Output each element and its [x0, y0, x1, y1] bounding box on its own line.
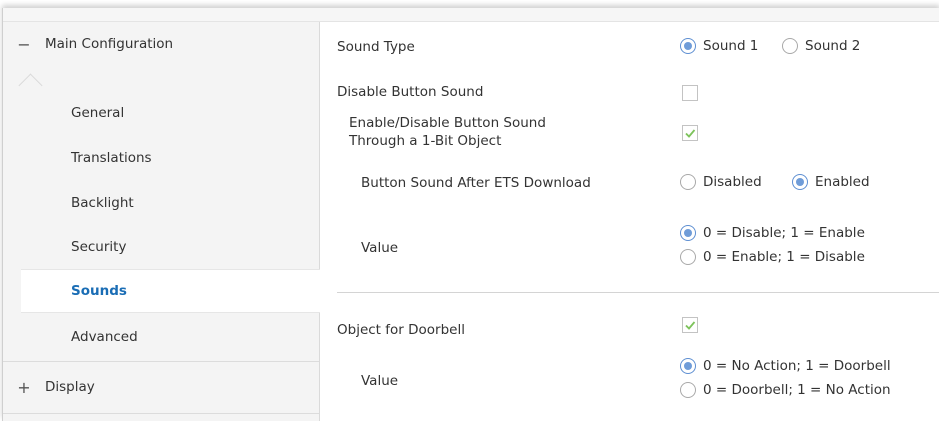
sidebar-item-general[interactable]: General [21, 91, 319, 135]
checkmark-icon [685, 321, 696, 330]
parameter-panel: Sound Type Sound 1 Sound 2 Disable Butto… [320, 22, 939, 421]
value-label: Value [361, 240, 399, 256]
sidebar-item-label: Advanced [71, 329, 138, 345]
sidebar-item-label: Backlight [71, 195, 134, 211]
expand-icon[interactable]: + [3, 378, 45, 397]
main-configuration-label: Main Configuration [45, 36, 174, 52]
radio-icon[interactable] [680, 249, 696, 265]
sidebar-separator [3, 413, 319, 414]
radio-selected-icon[interactable] [792, 174, 808, 190]
main-configuration-group[interactable]: − Main Configuration [3, 22, 319, 66]
sidebar-item-backlight[interactable]: Backlight [21, 181, 319, 225]
section-divider [337, 292, 939, 293]
sound-type-option-sound2[interactable]: Sound 2 [782, 38, 860, 54]
option-label: 0 = Disable; 1 = Enable [703, 225, 865, 241]
sidebar-item-translations[interactable]: Translations [21, 136, 319, 180]
sidebar-separator [3, 361, 319, 362]
sidebar-item-label: Translations [71, 150, 152, 166]
option-label: 0 = Enable; 1 = Disable [703, 249, 865, 265]
value-option-enable-disable[interactable]: 0 = Enable; 1 = Disable [680, 249, 865, 265]
option-label: 0 = Doorbell; 1 = No Action [703, 382, 891, 398]
option-label: Enabled [815, 174, 870, 190]
disable-button-sound-checkbox[interactable] [682, 85, 698, 101]
doorbell-value-label: Value [361, 373, 399, 389]
radio-icon[interactable] [680, 174, 696, 190]
enable-disable-object-checkbox[interactable] [682, 125, 698, 141]
sidebar-item-label: Security [71, 239, 127, 255]
window-frame: − Main Configuration General Translation… [2, 8, 939, 421]
sound-type-label: Sound Type [337, 39, 415, 55]
radio-icon[interactable] [680, 382, 696, 398]
value-option-disable-enable[interactable]: 0 = Disable; 1 = Enable [680, 225, 865, 241]
radio-selected-icon[interactable] [680, 225, 696, 241]
sidebar-item-sounds[interactable]: Sounds [21, 269, 321, 313]
doorbell-object-checkbox[interactable] [682, 317, 698, 333]
after-download-option-disabled[interactable]: Disabled [680, 174, 762, 190]
option-label: Disabled [703, 174, 762, 190]
enable-disable-object-label-line2: Through a 1-Bit Object [349, 133, 502, 149]
radio-selected-icon[interactable] [680, 358, 696, 374]
collapse-icon[interactable]: − [3, 35, 45, 54]
display-group[interactable]: + Display [3, 365, 319, 409]
doorbell-value-option-doorbell-noaction[interactable]: 0 = Doorbell; 1 = No Action [680, 382, 891, 398]
sidebar: − Main Configuration General Translation… [3, 22, 321, 421]
doorbell-object-label: Object for Doorbell [337, 322, 465, 338]
sidebar-item-advanced[interactable]: Advanced [21, 315, 319, 359]
display-group-label: Display [45, 379, 95, 395]
radio-icon[interactable] [782, 38, 798, 54]
disable-button-sound-label: Disable Button Sound [337, 84, 484, 100]
after-download-label: Button Sound After ETS Download [361, 175, 591, 191]
sound-type-option-sound1[interactable]: Sound 1 [680, 38, 758, 54]
sidebar-item-label: Sounds [71, 283, 127, 299]
option-label: 0 = No Action; 1 = Doorbell [703, 358, 891, 374]
sidebar-item-label: General [71, 105, 125, 121]
top-bar [3, 8, 939, 22]
sidebar-item-security[interactable]: Security [21, 225, 319, 269]
doorbell-value-option-noaction-doorbell[interactable]: 0 = No Action; 1 = Doorbell [680, 358, 891, 374]
option-label: Sound 1 [703, 38, 759, 54]
enable-disable-object-label-line1: Enable/Disable Button Sound [349, 115, 546, 131]
option-label: Sound 2 [805, 38, 861, 54]
checkmark-icon [685, 129, 696, 138]
radio-selected-icon[interactable] [680, 38, 696, 54]
after-download-option-enabled[interactable]: Enabled [792, 174, 870, 190]
